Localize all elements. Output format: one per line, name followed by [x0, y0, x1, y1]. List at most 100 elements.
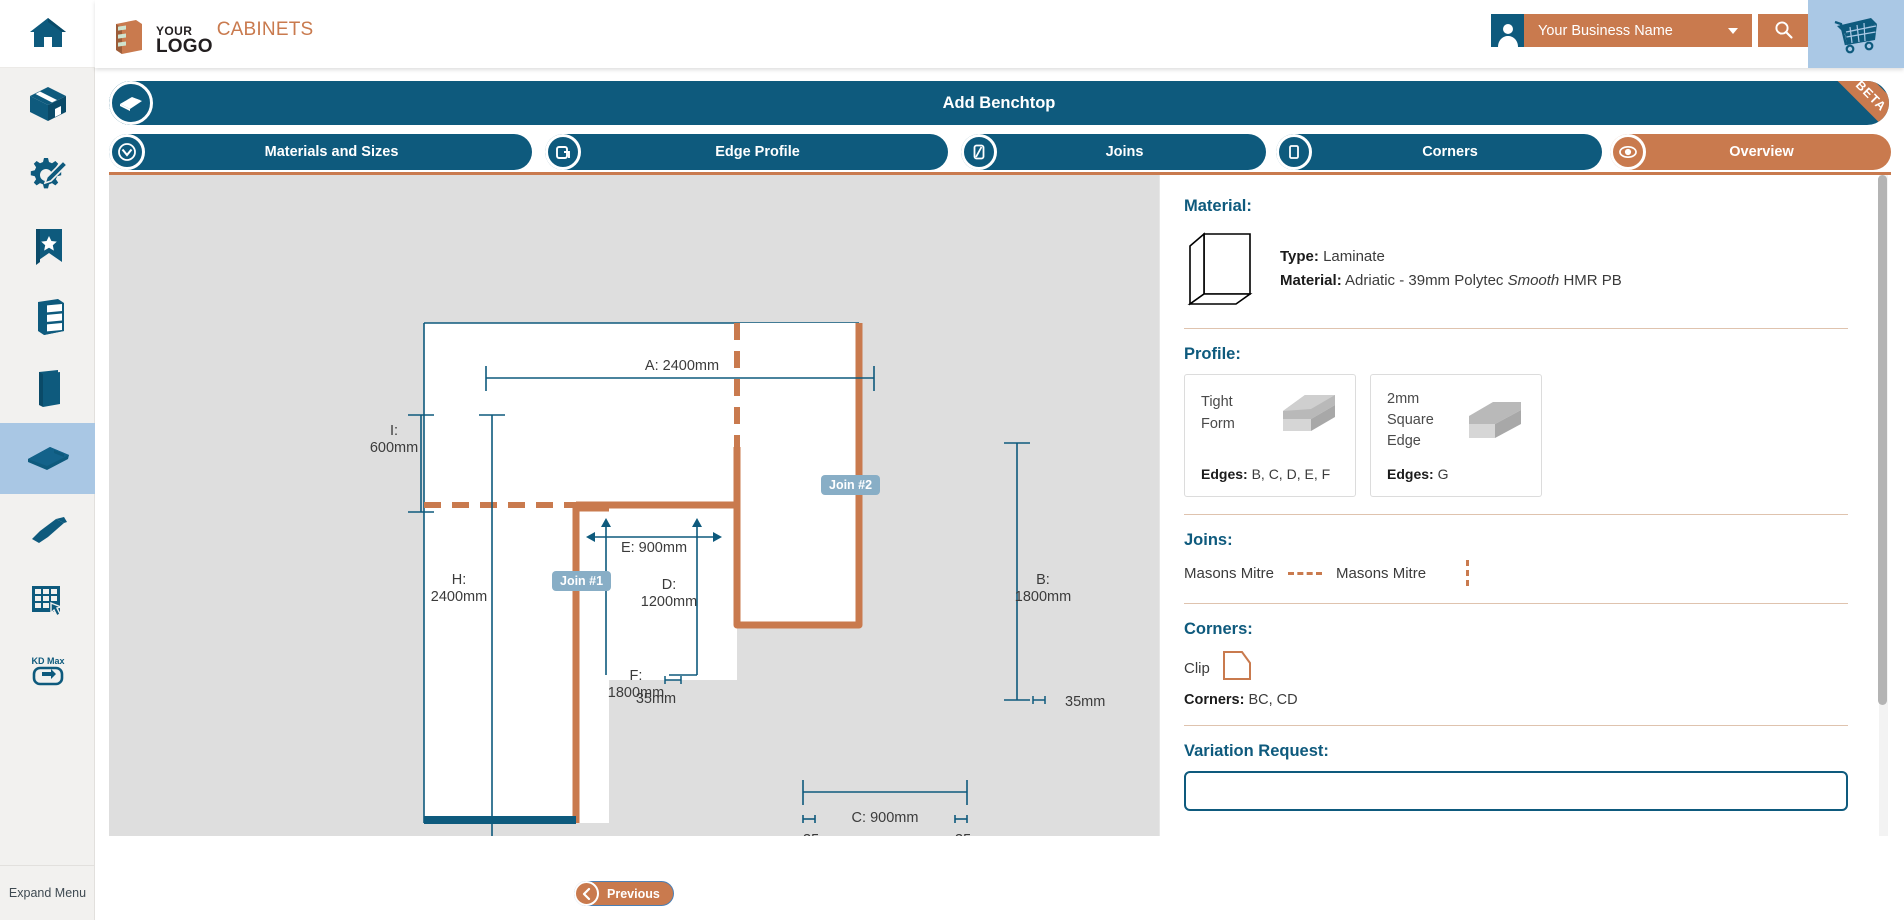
material-type-line: Type: Laminate [1280, 245, 1622, 268]
business-name-label: Your Business Name [1538, 22, 1673, 39]
profile-edges-value: B, C, D, E, F [1251, 466, 1331, 483]
tab-edge-profile[interactable]: Edge Profile [545, 134, 948, 170]
cabinet-drawers-icon [28, 297, 68, 337]
eye-icon [1610, 134, 1646, 170]
join-dashed-horizontal-icon [1288, 571, 1323, 575]
sidebar-item-benchtops[interactable] [0, 423, 95, 494]
corners-list-value: BC, CD [1248, 692, 1298, 709]
search-icon [1774, 20, 1793, 42]
panel-icon [32, 368, 64, 408]
logo-your-text: YOUR [156, 23, 193, 38]
expand-menu-button[interactable]: Expand Menu [0, 865, 95, 920]
search-button[interactable] [1758, 14, 1808, 47]
divider [1184, 328, 1848, 329]
profile-edges-label: Edges: [1201, 466, 1248, 483]
sidebar-item-hardware[interactable] [0, 494, 95, 565]
kdmax-import-icon: KD Max [24, 653, 72, 691]
divider [1184, 603, 1848, 605]
corners-heading: Corners: [1184, 620, 1253, 639]
material-name-value-italic: Smooth [1507, 271, 1560, 289]
corner-type-row: Clip [1184, 649, 1848, 687]
profile-card-tight-form[interactable]: Tight Form Edges: B, C, D, E, F [1184, 374, 1356, 498]
tight-form-edge-icon [1277, 389, 1339, 438]
home-icon [28, 14, 68, 53]
joins-row: Masons Mitre Masons Mitre [1184, 560, 1848, 587]
tab-joins[interactable]: Joins [961, 134, 1266, 170]
profile-heading: Profile: [1184, 345, 1241, 363]
page-header: Add Benchtop BETA [109, 81, 1889, 125]
profile-card-edges: Edges: B, C, D, E, F [1201, 466, 1339, 482]
left-sidebar: KD Max Expand Menu [0, 0, 95, 920]
chevron-left-icon [574, 881, 599, 906]
material-details: Type: Laminate Material: Adriatic - 39mm… [1280, 245, 1622, 292]
business-name-dropdown[interactable]: Your Business Name [1524, 14, 1752, 47]
panel-scrollbar-thumb[interactable] [1878, 175, 1887, 705]
content-shell: Add Benchtop BETA Materials and Sizes Ed… [95, 68, 1904, 920]
sidebar-item-favourites[interactable] [0, 210, 95, 281]
divider [1184, 514, 1848, 516]
material-row: Type: Laminate Material: Adriatic - 39mm… [1184, 226, 1848, 311]
sidebar-item-cabinets[interactable] [0, 281, 95, 352]
logo-logo-text: LOGO [156, 35, 213, 57]
material-name-value-pre: Adriatic - 39mm Polytec [1345, 271, 1508, 289]
variation-request-heading: Variation Request: [1184, 742, 1329, 761]
dimension-label-I-line1: I: [390, 423, 398, 439]
profile-card-edges: Edges: G [1387, 466, 1525, 482]
profile-edges-value: G [1437, 466, 1449, 483]
benchtop-icon [24, 442, 72, 476]
sidebar-item-kdmax[interactable]: KD Max [0, 636, 95, 707]
svg-text:KD Max: KD Max [31, 656, 64, 666]
tab-corners[interactable]: Corners [1276, 134, 1602, 170]
previous-button[interactable]: Previous [574, 881, 674, 906]
material-board-icon [1184, 226, 1256, 311]
sidebar-item-catalogue[interactable] [0, 565, 95, 636]
tab-overview[interactable]: Overview [1610, 134, 1891, 170]
profile-card-square-edge[interactable]: 2mm Square Edge Edges: G [1370, 374, 1542, 498]
tab-label: Joins [1105, 144, 1144, 160]
benchtop-drawing-svg: A: 2400mm I: 600mm H: 2400mm E: 900mm D:… [370, 322, 1105, 836]
tab-materials-and-sizes[interactable]: Materials and Sizes [109, 134, 532, 170]
material-type-label: Type: [1280, 248, 1319, 266]
divider [1184, 725, 1848, 727]
dimension-label-H-line1: H: [452, 572, 467, 588]
overview-panel[interactable]: Material: Type: Laminate Material: Adria… [1159, 175, 1889, 836]
avatar[interactable] [1491, 14, 1524, 47]
shopping-cart-button[interactable] [1808, 0, 1904, 68]
join-dashed-vertical-icon [1466, 560, 1470, 587]
tab-label: Corners [1422, 144, 1478, 160]
square-edge-icon [1463, 396, 1525, 445]
dimension-label-A: A: 2400mm [645, 358, 719, 374]
panel-scrollbar-track[interactable] [1878, 175, 1888, 836]
sidebar-item-home[interactable] [0, 0, 95, 68]
join-name-2: Masons Mitre [1336, 564, 1427, 582]
app-root: KD Max Expand Menu YOUR LOGO CABINETS Yo… [0, 0, 1904, 920]
join-tag-1[interactable]: Join #1 [552, 571, 612, 591]
join-name-1: Masons Mitre [1184, 564, 1275, 582]
corners-list: Corners: BC, CD [1184, 692, 1848, 708]
join-tag-2[interactable]: Join #2 [821, 475, 881, 495]
joins-heading: Joins: [1184, 531, 1233, 550]
sidebar-item-panels[interactable] [0, 352, 95, 423]
dimension-label-C: C: 900mm [852, 810, 919, 826]
tab-label: Overview [1729, 144, 1794, 160]
dimension-label-H-line2: 2400mm [431, 589, 487, 605]
material-type-value: Laminate [1323, 248, 1385, 266]
dimension-label-B-line1: B: [1036, 572, 1050, 588]
circle-chevron-down-icon [109, 134, 145, 170]
edge-profile-icon [545, 134, 581, 170]
dimension-label-I-line2: 600mm [370, 440, 418, 456]
benchtop-diagram[interactable]: A: 2400mm I: 600mm H: 2400mm E: 900mm D:… [109, 175, 1159, 836]
logo-cabinets-text: CABINETS [216, 18, 314, 40]
thickness-label-c-left: 35mm [803, 832, 843, 836]
variation-request-input[interactable] [1184, 771, 1848, 812]
sidebar-item-products[interactable] [0, 68, 95, 139]
app-logo[interactable]: YOUR LOGO CABINETS [108, 16, 313, 59]
dimension-label-F-line1: F: [630, 668, 643, 684]
sidebar-item-design[interactable] [0, 139, 95, 210]
expand-menu-label: Expand Menu [8, 886, 87, 900]
open-box-icon [26, 84, 70, 124]
grid-click-icon [28, 581, 68, 621]
dimension-label-B-line2: 1800mm [1015, 589, 1071, 605]
handle-icon [26, 513, 70, 547]
star-bookmark-icon [31, 226, 65, 266]
